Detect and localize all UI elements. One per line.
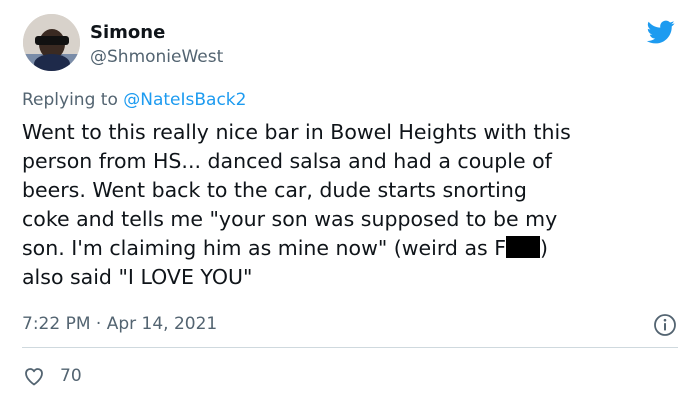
tweet-line: beers. Went back to the car, dude starts… xyxy=(22,178,527,202)
reply-prefix: Replying to xyxy=(22,90,118,110)
display-name[interactable]: Simone xyxy=(90,22,165,44)
tweet-line: person from HS... danced salsa and had a… xyxy=(22,149,552,173)
tweet-line: coke and tells me "your son was supposed… xyxy=(22,207,558,231)
meta-separator: · xyxy=(95,314,102,334)
user-handle[interactable]: @ShmonieWest xyxy=(90,46,223,68)
tweet-card: Simone @ShmonieWest Replying to @NateIsB… xyxy=(0,0,700,402)
reply-mention-link[interactable]: @NateIsBack2 xyxy=(123,90,246,110)
tweet-text: Went to this really nice bar in Bowel He… xyxy=(22,118,682,292)
reply-context: Replying to @NateIsBack2 xyxy=(22,89,246,111)
tweet-line-part: son. I'm claiming him as mine now" (weir… xyxy=(22,236,507,260)
tweet-timestamp[interactable]: 7:22 PM · Apr 14, 2021 xyxy=(22,313,217,335)
tweet-date: Apr 14, 2021 xyxy=(106,314,218,334)
tweet-line: son. I'm claiming him as mine now" (weir… xyxy=(22,234,682,263)
tweet-line: also said "I LOVE YOU" xyxy=(22,265,253,289)
like-button[interactable]: 70 xyxy=(22,363,82,389)
avatar[interactable] xyxy=(23,14,80,71)
redaction-box xyxy=(506,236,541,258)
tweet-time: 7:22 PM xyxy=(22,314,91,334)
like-count: 70 xyxy=(60,366,82,386)
avatar-image xyxy=(23,14,80,71)
twitter-bird-icon[interactable] xyxy=(644,18,678,46)
tweet-line-part: ) xyxy=(540,236,549,260)
info-icon[interactable] xyxy=(653,313,677,337)
divider xyxy=(22,347,678,348)
tweet-line: Went to this really nice bar in Bowel He… xyxy=(22,120,571,144)
heart-icon xyxy=(25,368,43,386)
